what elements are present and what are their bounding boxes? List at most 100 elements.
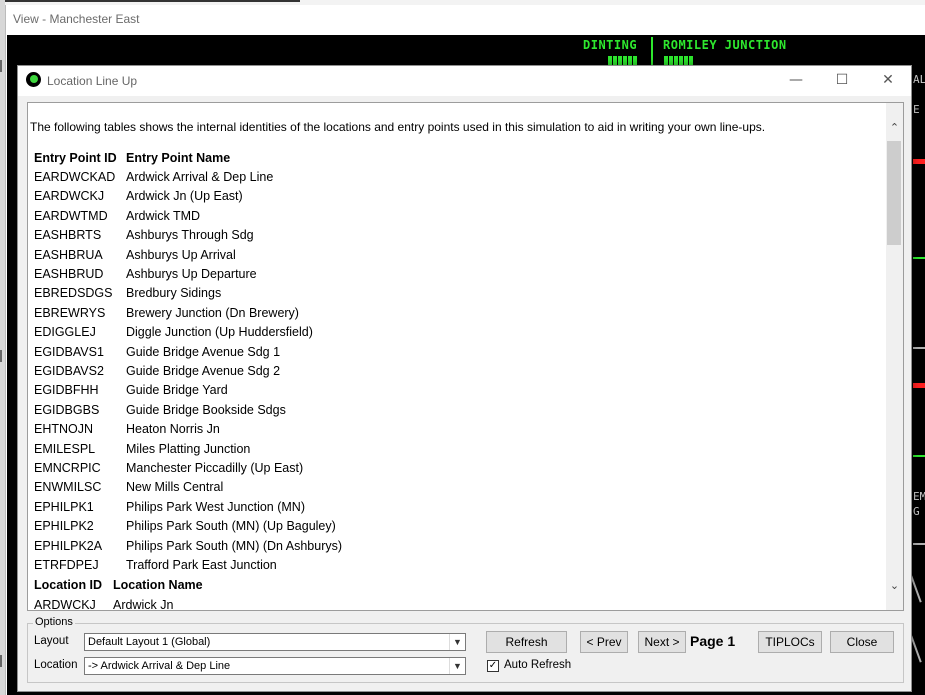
sim-green-track: [913, 257, 925, 259]
entry-point-name: Ardwick Jn (Up East): [126, 189, 243, 204]
entry-point-id: ENWMILSC: [34, 480, 102, 495]
options-legend: Options: [33, 616, 75, 628]
entry-point-name: Trafford Park East Junction: [126, 558, 277, 572]
background-window-title: View - Manchester East: [13, 12, 140, 26]
sim-green-track: [913, 455, 925, 457]
entry-point-id: EPHILPK2A: [34, 538, 103, 553]
location-id: ARDWCKJ: [34, 598, 96, 611]
entry-point-name: Guide Bridge Avenue Sdg 1: [126, 344, 281, 359]
entry-point-id: EMNCRPIC: [34, 461, 101, 475]
entry-point-id: ETRFDPEJ: [34, 558, 99, 572]
entry-point-name: Guide Bridge Bookside Sdgs: [126, 402, 286, 417]
entry-id-header: Entry Point ID: [34, 151, 117, 165]
entry-point-name: Guide Bridge Yard: [126, 383, 228, 398]
refresh-button[interactable]: Refresh: [486, 631, 567, 653]
sim-track-bars: [608, 55, 638, 66]
next-button[interactable]: Next >: [638, 631, 686, 653]
options-group: Options Layout Default Layout 1 (Global)…: [27, 616, 904, 683]
vertical-scrollbar[interactable]: ⌃ ⌄: [886, 103, 903, 610]
layout-label: Layout: [34, 635, 69, 647]
entry-point-name: Diggle Junction (Up Huddersfield): [126, 325, 313, 340]
location-label: Location: [34, 659, 78, 671]
entry-point-name: Ashburys Up Departure: [126, 267, 257, 281]
background-window-titlebar: View - Manchester East: [6, 5, 925, 35]
entry-point-name: Philips Park West Junction (MN): [126, 499, 305, 514]
entry-point-id: EDIGGLEJ: [34, 325, 96, 340]
auto-refresh-label: Auto Refresh: [504, 659, 572, 671]
layout-select-value: Default Layout 1 (Global): [88, 636, 211, 648]
entry-point-name: New Mills Central: [126, 480, 224, 495]
sim-label-em: EM: [913, 490, 925, 503]
sim-label-romiley-junction: ROMILEY JUNCTION: [663, 38, 787, 52]
sim-red-track: [913, 383, 925, 388]
entry-point-id: EPHILPK2: [34, 519, 94, 534]
maximize-button[interactable]: ☐: [819, 66, 865, 96]
app-icon: [26, 72, 41, 87]
tiplocs-button[interactable]: TIPLOCs: [758, 631, 822, 653]
sim-divider: [651, 37, 653, 67]
scroll-up-icon[interactable]: ⌃: [886, 119, 903, 136]
entry-point-id: EGIDBAVS1: [34, 344, 104, 359]
layout-select[interactable]: Default Layout 1 (Global) ▼: [84, 633, 466, 651]
entry-point-name: Philips Park South (MN) (Dn Ashburys): [126, 538, 343, 553]
location-name: Ardwick Jn: [113, 598, 174, 611]
entry-point-id: EGIDBFHH: [34, 383, 99, 398]
entry-point-name: Bredbury Sidings: [126, 286, 222, 301]
close-button[interactable]: Close: [830, 631, 894, 653]
entry-point-id: EGIDBAVS2: [34, 364, 104, 378]
entry-point-name: Ardwick TMD: [126, 208, 201, 223]
entry-point-id: EMILESPL: [34, 441, 96, 456]
dialog-titlebar[interactable]: Location Line Up — ☐ ✕: [18, 66, 911, 96]
prev-button[interactable]: < Prev: [580, 631, 628, 653]
entry-point-name: Ashburys Up Arrival: [126, 247, 236, 262]
dialog-title: Location Line Up: [47, 74, 138, 88]
entry-point-id: EBREWRYS: [34, 305, 106, 320]
left-edge-mark: [0, 60, 2, 72]
entry-point-name: Philips Park South (MN) (Up Baguley): [126, 519, 336, 534]
sim-grey-track: [913, 543, 925, 545]
scrollbar-thumb[interactable]: [887, 141, 901, 245]
entry-point-id: EARDWCKJ: [34, 189, 105, 204]
chevron-down-icon[interactable]: ▼: [449, 634, 465, 650]
sim-label-dinting: DINTING: [583, 38, 638, 52]
location-line-up-dialog: Location Line Up — ☐ ✕ The following tab…: [17, 65, 912, 692]
scroll-down-icon[interactable]: ⌄: [886, 577, 903, 594]
auto-refresh-checkbox[interactable]: ✓: [487, 660, 499, 672]
location-select[interactable]: -> Ardwick Arrival & Dep Line ▼: [84, 657, 466, 675]
line-up-content-panel[interactable]: The following tables shows the internal …: [27, 102, 904, 611]
sim-grey-track: [913, 347, 925, 349]
entry-point-name: Manchester Piccadilly (Up East): [126, 461, 304, 475]
entry-point-name: Ashburys Through Sdg: [126, 228, 254, 243]
entry-point-name: Brewery Junction (Dn Brewery): [126, 305, 299, 320]
left-edge-mark: [0, 655, 2, 667]
sim-label-al: AL: [913, 73, 925, 86]
minimize-button[interactable]: —: [773, 66, 819, 96]
entry-point-name: Heaton Norris Jn: [126, 422, 220, 437]
location-select-value: -> Ardwick Arrival & Dep Line: [88, 660, 231, 672]
close-window-button[interactable]: ✕: [865, 66, 911, 96]
entry-point-id: EARDWTMD: [34, 208, 108, 223]
entry-point-id: EARDWCKAD: [34, 170, 116, 184]
entry-point-id: EPHILPK1: [34, 499, 94, 514]
location-table-header: Location ID Location Name: [34, 578, 203, 593]
entry-point-id: EHTNOJN: [34, 422, 94, 437]
chevron-down-icon[interactable]: ▼: [449, 658, 465, 674]
sim-label-g: G: [913, 505, 920, 518]
entry-point-name: Guide Bridge Avenue Sdg 2: [126, 364, 281, 378]
entry-point-name: Miles Platting Junction: [126, 441, 251, 456]
sim-track-bars: [664, 55, 694, 66]
location-name-header: Location Name: [113, 578, 203, 593]
entry-point-name: Ardwick Arrival & Dep Line: [126, 170, 274, 184]
sim-label-e: E: [913, 103, 920, 116]
location-id-header: Location ID: [34, 578, 103, 593]
page-indicator: Page 1: [690, 633, 736, 649]
top-strip-segment: [0, 0, 300, 2]
intro-text: The following tables shows the internal …: [30, 120, 766, 134]
entry-point-id: EASHBRTS: [34, 228, 102, 243]
sim-red-track: [913, 159, 925, 164]
left-edge-mark: [0, 350, 2, 362]
entry-point-id: EASHBRUA: [34, 247, 103, 262]
entry-name-header: Entry Point Name: [126, 151, 231, 165]
entry-table-header: Entry Point ID Entry Point Name: [34, 151, 230, 165]
entry-point-id: EGIDBGBS: [34, 402, 100, 417]
